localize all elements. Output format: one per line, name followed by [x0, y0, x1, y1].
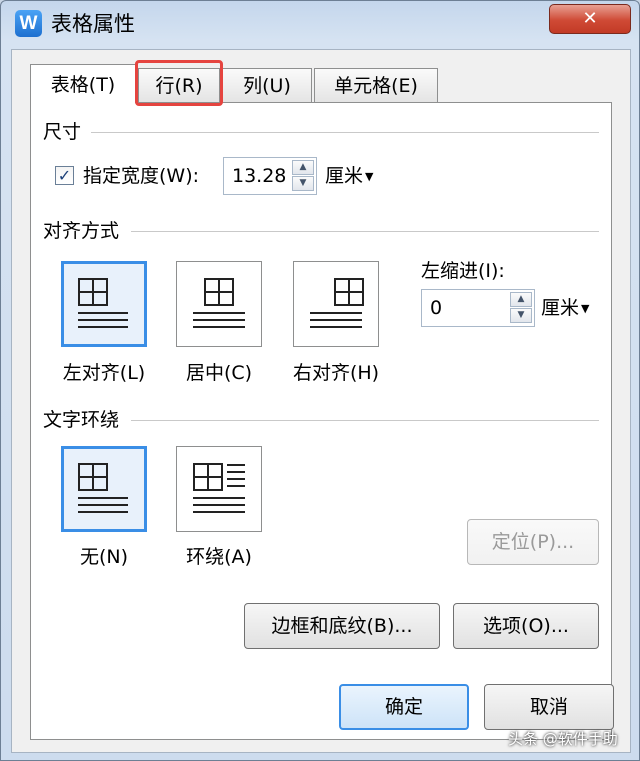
table-icon [78, 278, 108, 306]
text-line [193, 511, 245, 513]
left-indent-value: 0 [430, 297, 443, 319]
wrap-around-option[interactable] [176, 446, 262, 532]
spin-up-icon[interactable]: ▲ [510, 292, 532, 307]
left-indent-label: 左缩进(I): [421, 260, 505, 282]
text-line [310, 319, 362, 321]
wrapping-group-divider [131, 420, 599, 421]
specify-width-label: 指定宽度(W): [83, 165, 200, 187]
wrap-none-option[interactable] [61, 446, 147, 532]
spin-up-icon[interactable]: ▲ [292, 160, 314, 175]
text-line [78, 319, 128, 321]
tab-cell[interactable]: 单元格(E) [314, 68, 438, 102]
text-line [227, 471, 245, 473]
width-unit-value: 厘米 [325, 165, 364, 187]
dropdown-arrow-icon: ▼ [365, 169, 374, 183]
indent-unit-dropdown[interactable]: 厘米 ▼ [541, 296, 589, 321]
table-properties-dialog: W 表格属性 ✕ 表格(T) 行(R) 列(U) 单元格(E) 尺寸 ✓ 指定宽… [0, 0, 640, 761]
text-line [227, 485, 245, 487]
text-line [193, 312, 245, 314]
indent-unit-value: 厘米 [541, 297, 580, 319]
close-button[interactable]: ✕ [549, 4, 631, 34]
position-button[interactable]: 定位(P)... [467, 519, 599, 565]
table-icon [204, 278, 234, 306]
dialog-client-area: 表格(T) 行(R) 列(U) 单元格(E) 尺寸 ✓ 指定宽度(W): 13.… [11, 49, 631, 753]
size-group-title: 尺寸 [43, 120, 88, 144]
options-button[interactable]: 选项(O)... [453, 603, 599, 649]
checkmark-icon: ✓ [57, 166, 72, 185]
text-line [78, 326, 128, 328]
title-bar[interactable]: W 表格属性 ✕ [1, 1, 639, 47]
align-center-caption: 居中(C) [185, 362, 253, 384]
tab-table[interactable]: 表格(T) [30, 64, 136, 103]
text-line [310, 326, 362, 328]
borders-shading-button[interactable]: 边框和底纹(B)... [244, 603, 440, 649]
table-tab-panel: 尺寸 ✓ 指定宽度(W): 13.28 ▲ ▼ 厘米 ▼ 对齐方式 左对齐(L)… [30, 102, 612, 740]
table-icon [193, 463, 223, 491]
wps-writer-icon: W [15, 10, 42, 37]
wrap-around-caption: 环绕(A) [186, 546, 252, 568]
text-line [227, 464, 245, 466]
alignment-group-divider [131, 231, 599, 232]
spin-down-icon[interactable]: ▼ [292, 176, 314, 191]
text-line [78, 504, 128, 506]
alignment-group-title: 对齐方式 [43, 219, 126, 243]
text-line [78, 312, 128, 314]
text-line [78, 497, 128, 499]
align-center-option[interactable] [176, 261, 262, 347]
row-tab-highlight-box [135, 60, 223, 106]
wrap-none-caption: 无(N) [79, 546, 129, 568]
text-line [227, 478, 245, 480]
text-line [193, 319, 245, 321]
size-group-divider [91, 132, 599, 133]
text-line [310, 312, 362, 314]
text-line [193, 326, 245, 328]
text-line [193, 504, 245, 506]
tab-column[interactable]: 列(U) [222, 68, 312, 102]
ok-button[interactable]: 确定 [339, 684, 469, 730]
width-spinbox[interactable]: 13.28 ▲ ▼ [223, 157, 317, 195]
dialog-title: 表格属性 [51, 12, 135, 36]
align-left-caption: 左对齐(L) [62, 362, 146, 384]
spin-down-icon[interactable]: ▼ [510, 308, 532, 323]
align-left-option[interactable] [61, 261, 147, 347]
text-line [193, 497, 245, 499]
align-right-caption: 右对齐(H) [292, 362, 380, 384]
specify-width-checkbox[interactable]: ✓ [55, 166, 74, 185]
text-line [78, 511, 128, 513]
watermark-text: 头条 @软件手助 [508, 730, 618, 748]
table-icon [334, 278, 364, 306]
table-icon [78, 463, 108, 491]
dropdown-arrow-icon: ▼ [581, 301, 590, 315]
cancel-button[interactable]: 取消 [484, 684, 614, 730]
close-icon: ✕ [582, 8, 598, 29]
width-value: 13.28 [232, 165, 287, 187]
align-right-option[interactable] [293, 261, 379, 347]
width-unit-dropdown[interactable]: 厘米 ▼ [325, 164, 373, 189]
left-indent-spinbox[interactable]: 0 ▲ ▼ [421, 289, 535, 327]
wrapping-group-title: 文字环绕 [43, 408, 126, 432]
